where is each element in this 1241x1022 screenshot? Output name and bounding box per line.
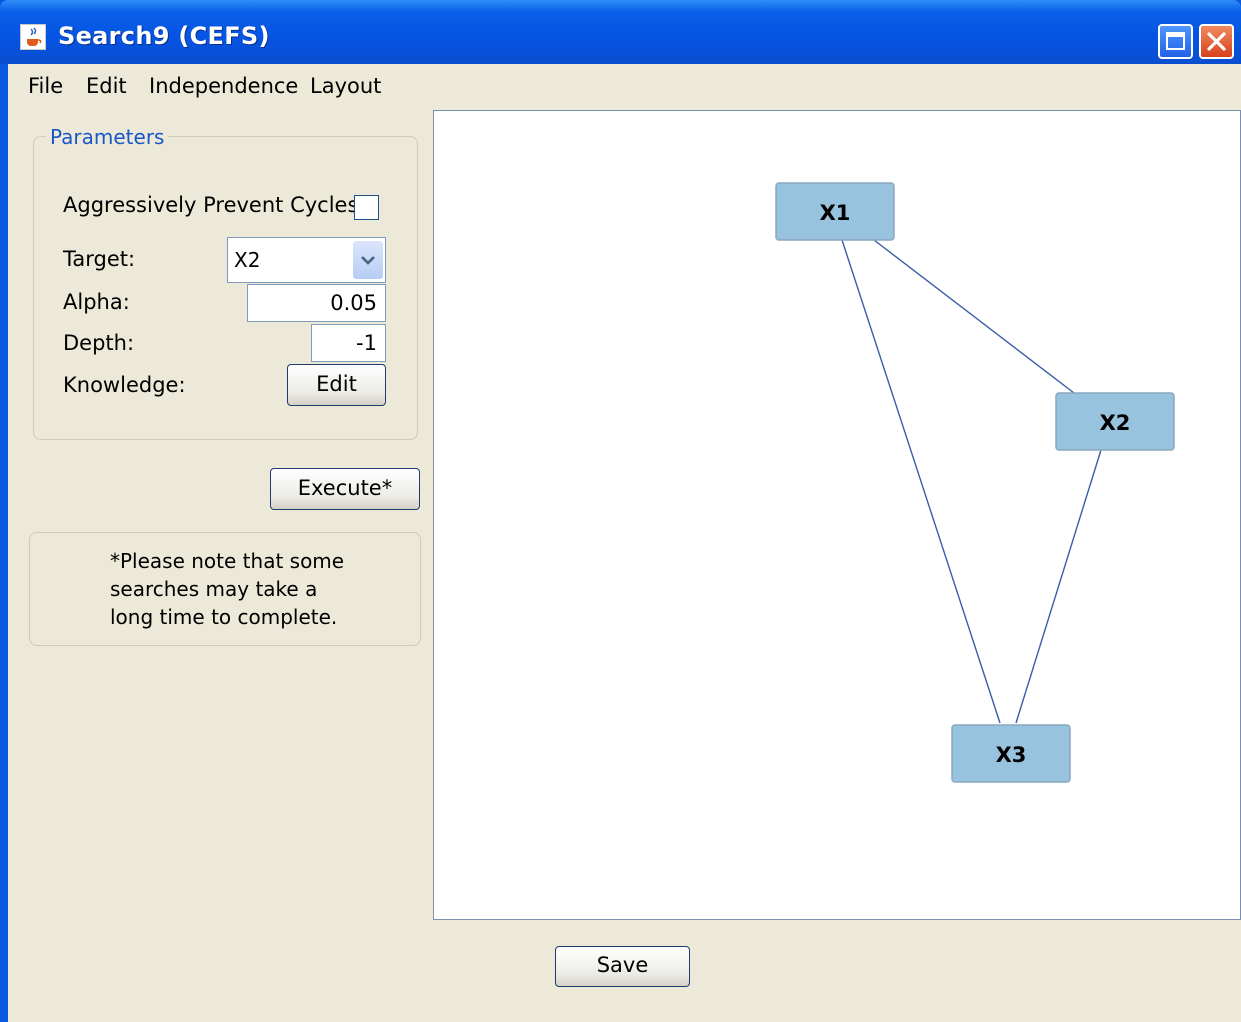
- prevent-cycles-label: Aggressively Prevent Cycles:: [63, 193, 366, 217]
- menu-bar: File Edit Independence Layout: [8, 66, 1233, 106]
- edge-x2-x3[interactable]: [1015, 449, 1102, 724]
- window-title: Search9 (CEFS): [58, 22, 270, 50]
- note-line-1: *Please note that some: [110, 549, 345, 573]
- depth-field[interactable]: -1: [311, 324, 386, 362]
- menu-edit[interactable]: Edit: [86, 74, 127, 98]
- edge-x1-x2[interactable]: [873, 239, 1075, 394]
- alpha-label: Alpha:: [63, 290, 130, 314]
- target-select[interactable]: X2: [227, 237, 386, 283]
- parameters-panel: Parameters Aggressively Prevent Cycles: …: [33, 125, 418, 440]
- node-label-x1: X1: [820, 201, 851, 225]
- application-window: Search9 (CEFS) File Edit Independence La…: [0, 0, 1241, 1022]
- menu-file[interactable]: File: [28, 74, 63, 98]
- graph-node-x1[interactable]: X1: [775, 182, 895, 241]
- graph-node-x3[interactable]: X3: [951, 724, 1071, 783]
- content-pane: File Edit Independence Layout Parameters…: [8, 64, 1241, 1022]
- execute-button[interactable]: Execute*: [270, 468, 420, 510]
- target-value: X2: [234, 248, 261, 272]
- menu-independence[interactable]: Independence: [149, 74, 298, 98]
- node-label-x2: X2: [1100, 411, 1131, 435]
- alpha-field[interactable]: 0.05: [247, 284, 386, 322]
- close-icon[interactable]: [1199, 24, 1234, 59]
- node-label-x3: X3: [996, 743, 1027, 767]
- graph-canvas[interactable]: X1 X2 X3: [433, 110, 1241, 920]
- title-bar[interactable]: Search9 (CEFS): [0, 0, 1241, 64]
- menu-layout[interactable]: Layout: [310, 74, 381, 98]
- depth-label: Depth:: [63, 331, 135, 355]
- edge-x1-x3[interactable]: [841, 239, 1001, 724]
- maximize-icon[interactable]: [1158, 24, 1193, 59]
- prevent-cycles-checkbox[interactable]: [354, 195, 379, 220]
- save-button[interactable]: Save: [555, 946, 690, 987]
- java-cup-icon: [20, 24, 46, 50]
- knowledge-label: Knowledge:: [63, 373, 186, 397]
- parameters-legend: Parameters: [46, 125, 169, 149]
- note-line-2: searches may take a: [110, 577, 318, 601]
- knowledge-edit-button[interactable]: Edit: [287, 364, 386, 406]
- target-label: Target:: [63, 247, 136, 271]
- note-line-3: long time to complete.: [110, 605, 338, 629]
- note-panel: *Please note that some searches may take…: [29, 532, 421, 646]
- graph-node-x2[interactable]: X2: [1055, 392, 1175, 451]
- chevron-down-icon[interactable]: [353, 241, 383, 279]
